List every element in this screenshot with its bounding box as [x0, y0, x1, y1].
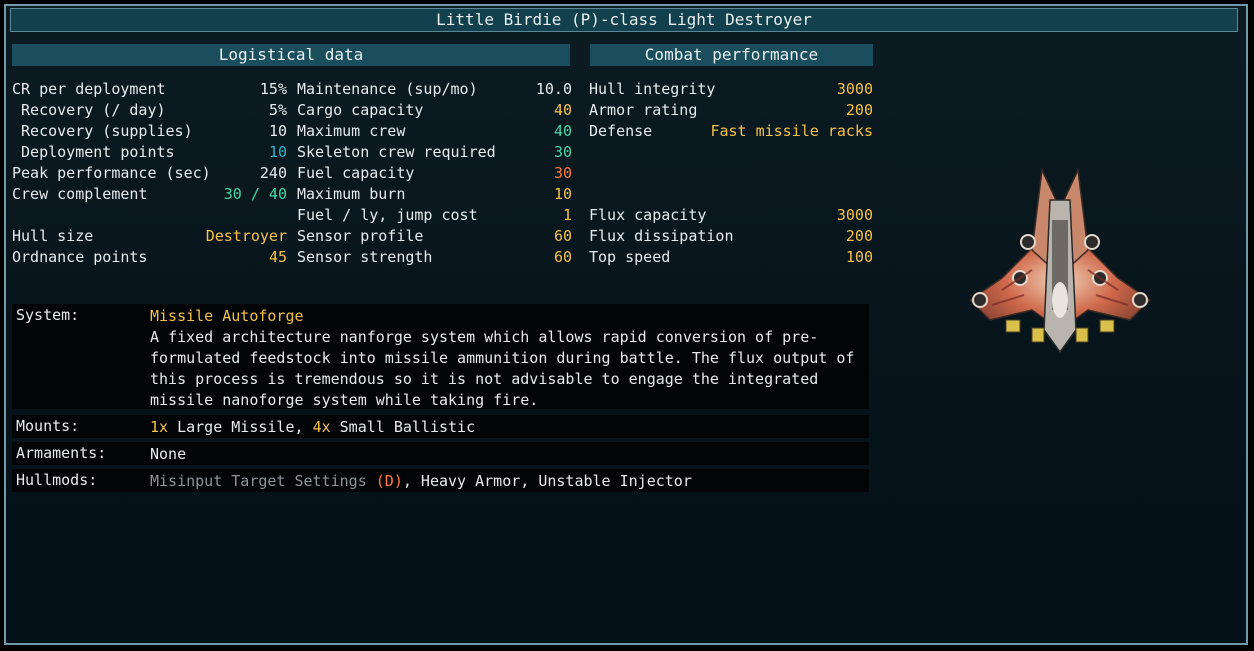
stat-row: Top speed 100	[589, 247, 873, 268]
stat-label: Deployment points	[12, 143, 175, 161]
stat-label: Flux dissipation	[589, 227, 734, 245]
system-label: System:	[16, 306, 80, 324]
mounts-row: Mounts: 1x Large Missile, 4x Small Balli…	[12, 415, 869, 438]
stat-value: 60	[553, 227, 572, 245]
stat-label: Maximum burn	[297, 185, 406, 203]
stat-value: 60	[553, 248, 572, 266]
stat-row: Sensor strength 60	[297, 247, 572, 268]
ship-sprite-icon	[968, 167, 1152, 354]
hullmods-row: Hullmods: Misinput Target Settings (D), …	[12, 469, 869, 492]
stat-value: 10	[268, 143, 287, 161]
stat-value: 240	[259, 164, 287, 182]
stat-label: Sensor strength	[297, 248, 433, 266]
stat-label: Fuel / ly, jump cost	[297, 206, 478, 224]
stat-value: 200	[845, 101, 873, 119]
stat-value: 100	[845, 248, 873, 266]
stat-row: Skeleton crew required 30	[297, 142, 572, 163]
system-name: Missile Autoforge	[150, 307, 304, 325]
combat-header: Combat performance	[590, 44, 873, 66]
stat-value: 30 / 40	[223, 185, 287, 203]
stat-row: Recovery (/ day) 5%	[12, 100, 287, 121]
stat-row: CR per deployment 15%	[12, 79, 287, 100]
stat-value: Destroyer	[205, 227, 287, 245]
hullmods-list[interactable]: , Heavy Armor, Unstable Injector	[403, 472, 692, 490]
stat-row: Hull size Destroyer	[12, 226, 287, 247]
stat-row: Sensor profile 60	[297, 226, 572, 247]
mounts-label: Mounts:	[16, 417, 80, 435]
stat-row: Recovery (supplies) 10	[12, 121, 287, 142]
system-row: System: Missile Autoforge A fixed archit…	[12, 304, 869, 409]
stat-value: 10	[553, 185, 572, 203]
stat-row: Crew complement 30 / 40	[12, 184, 287, 205]
mount-type: Large Missile,	[168, 418, 313, 436]
stat-value: 200	[845, 227, 873, 245]
stat-label: Recovery (/ day)	[12, 101, 166, 119]
system-desc-line: this process is tremendous so it is not …	[150, 370, 819, 388]
stat-value: 40	[553, 101, 572, 119]
stat-value: 45	[268, 248, 287, 266]
stat-row: Hull integrity 3000	[589, 79, 873, 100]
stat-label: Skeleton crew required	[297, 143, 496, 161]
mount-count: 1x	[150, 418, 169, 436]
stat-value: 30	[553, 143, 572, 161]
system-desc-line: formulated feedstock into missile ammuni…	[150, 349, 855, 367]
stat-label: Recovery (supplies)	[12, 122, 193, 140]
stat-label: Top speed	[589, 248, 671, 266]
stat-value: 10.0	[535, 80, 572, 98]
dmod-tag: (D)	[375, 472, 403, 490]
stat-label: Peak performance (sec)	[12, 164, 211, 182]
stat-row: Fuel / ly, jump cost 1	[297, 205, 572, 226]
dmod-name[interactable]: Misinput Target Settings	[150, 472, 367, 490]
stat-value: 10	[268, 122, 287, 140]
mount-count: 4x	[312, 418, 331, 436]
stat-label: CR per deployment	[12, 80, 166, 98]
armaments-label: Armaments:	[16, 444, 107, 462]
stat-value: 15%	[259, 80, 287, 98]
armaments-value: None	[150, 445, 187, 463]
stat-label: Defense	[589, 122, 653, 140]
stat-row: Maximum burn 10	[297, 184, 572, 205]
armaments-row: Armaments: None	[12, 442, 869, 465]
stat-label: Sensor profile	[297, 227, 424, 245]
stat-value: Fast missile racks	[710, 122, 873, 140]
stat-label: Armor rating	[589, 101, 698, 119]
stat-row: Peak performance (sec) 240	[12, 163, 287, 184]
stat-row: Ordnance points 45	[12, 247, 287, 268]
stat-row: Maximum crew 40	[297, 121, 572, 142]
stat-label: Cargo capacity	[297, 101, 424, 119]
stat-value: 40	[553, 122, 572, 140]
stat-row: Deployment points 10	[12, 142, 287, 163]
stat-row: Fuel capacity 30	[297, 163, 572, 184]
panel-title: Little Birdie (P)-class Light Destroyer	[10, 8, 1238, 32]
stat-row: Flux capacity 3000	[589, 205, 873, 226]
stat-label: Hull integrity	[589, 80, 716, 98]
stat-row: Cargo capacity 40	[297, 100, 572, 121]
stat-row: Flux dissipation 200	[589, 226, 873, 247]
stat-label: Fuel capacity	[297, 164, 415, 182]
stat-value: 5%	[268, 101, 287, 119]
stat-label: Crew complement	[12, 185, 148, 203]
stat-value: 1	[562, 206, 572, 224]
stat-label: Hull size	[12, 227, 94, 245]
hullmods-label: Hullmods:	[16, 471, 98, 489]
stat-row: Armor rating 200	[589, 100, 873, 121]
logistical-header: Logistical data	[12, 44, 570, 66]
stat-label: Maximum crew	[297, 122, 406, 140]
stat-label: Flux capacity	[589, 206, 707, 224]
stat-label: Ordnance points	[12, 248, 148, 266]
system-desc-line: missile nanoforge system while taking fi…	[150, 391, 539, 409]
system-desc-line: A fixed architecture nanforge system whi…	[150, 328, 819, 346]
stat-label: Maintenance (sup/mo)	[297, 80, 478, 98]
stat-value: 30	[553, 164, 572, 182]
stat-row: Maintenance (sup/mo) 10.0	[297, 79, 572, 100]
stat-value: 3000	[836, 80, 873, 98]
stat-value: 3000	[836, 206, 873, 224]
mount-type: Small Ballistic	[330, 418, 476, 436]
stat-row: Defense Fast missile racks	[589, 121, 873, 142]
